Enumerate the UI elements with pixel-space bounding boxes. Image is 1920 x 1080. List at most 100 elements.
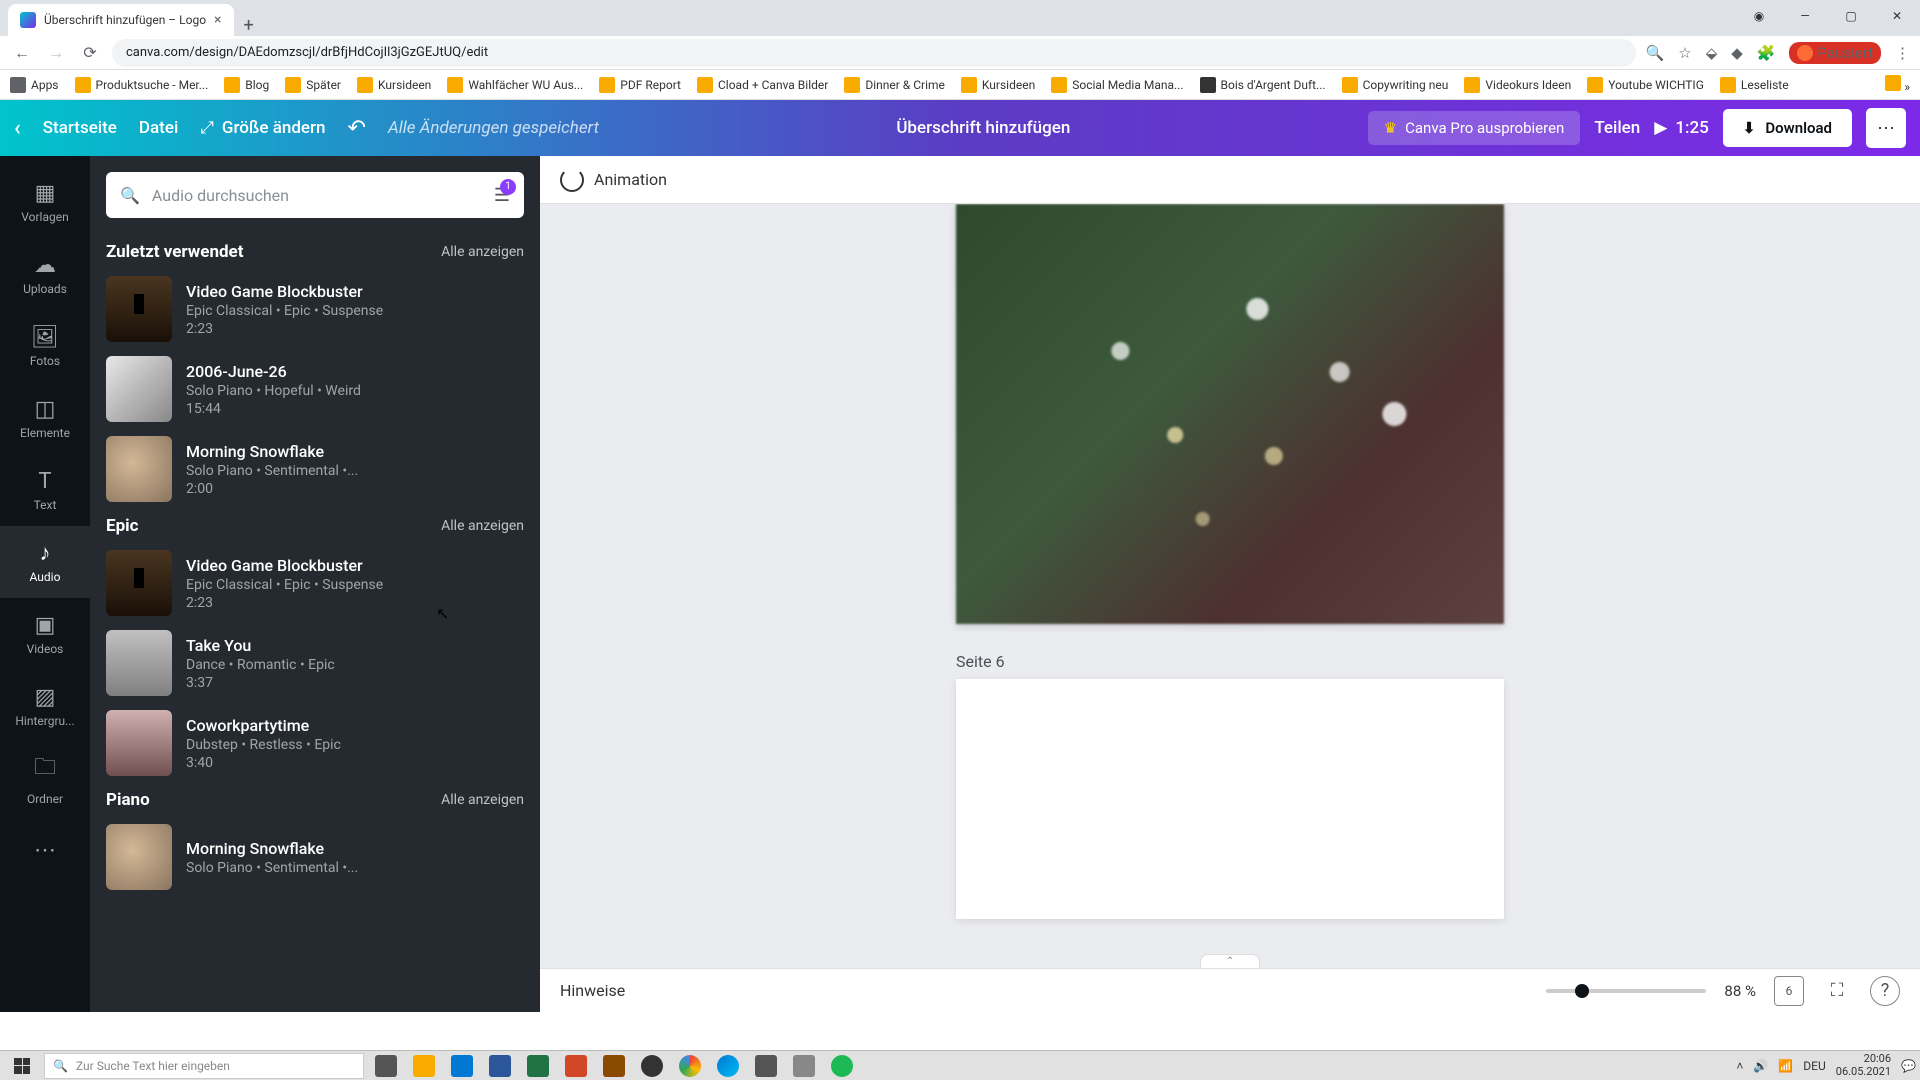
grid-view-button[interactable]: 6 [1774, 976, 1804, 1006]
minimize-icon[interactable]: — [1782, 0, 1828, 32]
play-button[interactable]: ▶1:25 [1654, 118, 1709, 138]
forward-icon[interactable]: → [44, 41, 68, 65]
reload-icon[interactable]: ⟳ [78, 41, 102, 65]
help-icon[interactable]: ? [1870, 976, 1900, 1006]
tray-chevron-icon[interactable]: ˄ [1736, 1059, 1743, 1073]
audio-track[interactable]: Video Game BlockbusterEpic Classical • E… [106, 276, 524, 342]
more-menu-button[interactable]: ⋯ [1866, 108, 1906, 148]
mail-icon[interactable] [444, 1052, 480, 1080]
audio-track[interactable]: CoworkpartytimeDubstep • Restless • Epic… [106, 710, 524, 776]
design-title[interactable]: Überschrift hinzufügen [896, 118, 1070, 138]
download-button[interactable]: ⬇Download [1723, 109, 1852, 147]
page-6-canvas[interactable] [956, 679, 1504, 919]
volume-icon[interactable]: 🔊 [1753, 1059, 1768, 1073]
bookmark-item[interactable]: Produktsuche - Mer... [75, 77, 209, 93]
try-pro-button[interactable]: ♛Canva Pro ausprobieren [1368, 111, 1581, 145]
bookmark-item[interactable]: Kursideen [961, 77, 1035, 93]
account-icon[interactable]: ◉ [1736, 0, 1782, 32]
bookmark-item[interactable]: Social Media Mana... [1051, 77, 1183, 93]
rail-background[interactable]: ▨Hintergru... [0, 670, 90, 742]
timeline-toggle[interactable]: ⌃ [1200, 954, 1260, 968]
show-all-link[interactable]: Alle anzeigen [441, 518, 524, 534]
rail-folders[interactable]: 🗀Ordner [0, 742, 90, 814]
show-all-link[interactable]: Alle anzeigen [441, 792, 524, 808]
audio-track[interactable]: Morning SnowflakeSolo Piano • Sentimenta… [106, 436, 524, 502]
track-meta: Epic Classical • Epic • Suspense [186, 303, 383, 319]
address-bar[interactable]: canva.com/design/DAEdomzscjl/drBfjHdCojI… [112, 39, 1636, 67]
app-icon-2[interactable] [748, 1052, 784, 1080]
bookmark-item[interactable]: Wahlfächer WU Aus... [447, 77, 583, 93]
back-icon[interactable]: ← [10, 41, 34, 65]
close-window-icon[interactable]: ✕ [1874, 0, 1920, 32]
bookmark-item[interactable]: Blog [224, 77, 269, 93]
app-icon-3[interactable] [786, 1052, 822, 1080]
extension-icon[interactable]: ⬙ [1706, 44, 1718, 62]
rail-elements[interactable]: ◫Elemente [0, 382, 90, 454]
bookmark-item[interactable]: Dinner & Crime [844, 77, 945, 93]
menu-icon[interactable]: ⋮ [1895, 44, 1910, 62]
language-indicator[interactable]: DEU [1803, 1059, 1825, 1073]
chrome-icon[interactable] [672, 1052, 708, 1080]
notes-button[interactable]: Hinweise [560, 981, 625, 1000]
start-button[interactable] [4, 1052, 40, 1080]
close-tab-icon[interactable]: × [214, 12, 221, 28]
bookmark-item[interactable]: Youtube WICHTIG [1587, 77, 1704, 93]
spotify-icon[interactable] [824, 1052, 860, 1080]
taskbar-search[interactable]: 🔍Zur Suche Text hier eingeben [44, 1053, 364, 1079]
bookmark-item[interactable]: Später [285, 77, 341, 93]
rail-more[interactable]: ⋯ [0, 814, 90, 886]
bookmark-item[interactable]: Bois d'Argent Duft... [1200, 77, 1326, 93]
rail-videos[interactable]: ▣Videos [0, 598, 90, 670]
obs-icon[interactable] [634, 1052, 670, 1080]
zoom-icon[interactable]: 🔍 [1646, 44, 1665, 62]
app-icon[interactable] [596, 1052, 632, 1080]
bookmark-item[interactable]: Cload + Canva Bilder [697, 77, 828, 93]
explorer-icon[interactable] [406, 1052, 442, 1080]
bookmark-item[interactable]: PDF Report [599, 77, 681, 93]
bookmark-apps[interactable]: Apps [10, 77, 59, 93]
audio-track[interactable]: Video Game BlockbusterEpic Classical • E… [106, 550, 524, 616]
bookmark-item[interactable]: Copywriting neu [1342, 77, 1449, 93]
share-button[interactable]: Teilen [1594, 118, 1640, 138]
word-icon[interactable] [482, 1052, 518, 1080]
rail-audio[interactable]: ♪Audio [0, 526, 90, 598]
audio-track[interactable]: Take YouDance • Romantic • Epic3:37 [106, 630, 524, 696]
audio-search[interactable]: 🔍 ☰1 [106, 172, 524, 218]
wifi-icon[interactable]: 📶 [1778, 1059, 1793, 1073]
new-tab-button[interactable]: + [234, 15, 264, 36]
extensions-puzzle-icon[interactable]: 🧩 [1757, 44, 1776, 62]
resize-button[interactable]: ⤢Größe ändern [200, 118, 325, 138]
show-all-link[interactable]: Alle anzeigen [441, 244, 524, 260]
bookmark-star-icon[interactable]: ☆ [1678, 44, 1691, 62]
rail-photos[interactable]: 🖼Fotos [0, 310, 90, 382]
excel-icon[interactable] [520, 1052, 556, 1080]
clock[interactable]: 20:0606.05.2021 [1836, 1053, 1891, 1077]
search-input[interactable] [152, 186, 482, 205]
animation-button[interactable]: Animation [594, 170, 667, 189]
powerpoint-icon[interactable] [558, 1052, 594, 1080]
back-arrow-icon[interactable]: ‹ [14, 116, 21, 141]
bookmark-item[interactable]: Kursideen [357, 77, 431, 93]
edge-icon[interactable] [710, 1052, 746, 1080]
file-menu[interactable]: Datei [139, 118, 178, 138]
maximize-icon[interactable]: ▢ [1828, 0, 1874, 32]
filter-icon[interactable]: ☰1 [494, 185, 510, 206]
rail-templates[interactable]: ▦Vorlagen [0, 166, 90, 238]
rail-text[interactable]: TText [0, 454, 90, 526]
page-5-canvas[interactable] [956, 204, 1504, 624]
fullscreen-icon[interactable]: ⛶ [1822, 976, 1852, 1006]
home-button[interactable]: Startseite [43, 118, 117, 138]
undo-icon[interactable]: ↶ [348, 116, 366, 141]
audio-track[interactable]: 2006-June-26Solo Piano • Hopeful • Weird… [106, 356, 524, 422]
browser-tab[interactable]: Überschrift hinzufügen – Logo × [8, 4, 234, 36]
task-view-icon[interactable] [368, 1052, 404, 1080]
audio-track[interactable]: Morning SnowflakeSolo Piano • Sentimenta… [106, 824, 524, 890]
profile-badge[interactable]: Pausiert [1789, 42, 1881, 64]
notifications-icon[interactable]: 💬 [1901, 1059, 1916, 1073]
bookmark-item[interactable]: Leseliste [1720, 77, 1789, 93]
extension-icon-2[interactable]: ◆ [1731, 44, 1743, 62]
bookmarks-overflow[interactable]: » [1885, 75, 1910, 94]
rail-uploads[interactable]: ☁Uploads [0, 238, 90, 310]
bookmark-item[interactable]: Videokurs Ideen [1464, 77, 1571, 93]
zoom-slider[interactable] [1546, 989, 1706, 993]
